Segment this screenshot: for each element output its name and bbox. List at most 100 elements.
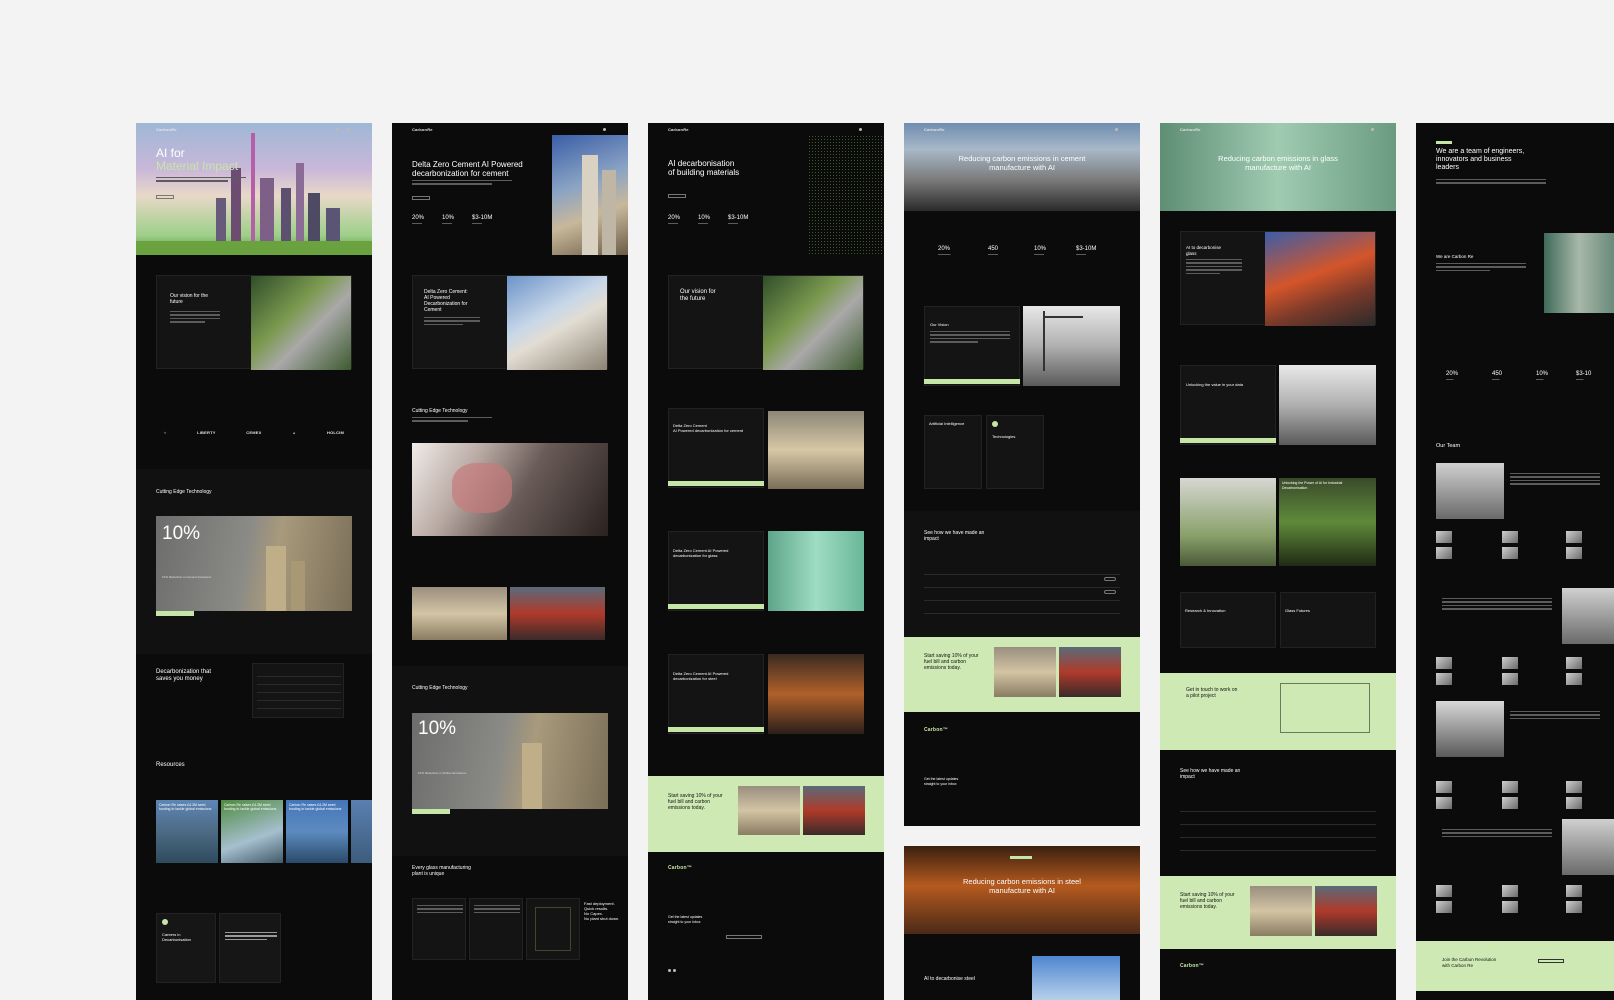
- product-link-bar[interactable]: [668, 727, 764, 732]
- tech-title: Cutting Edge Technology: [156, 489, 212, 495]
- team-member-avatar[interactable]: [1566, 885, 1582, 897]
- tech2-tab-active[interactable]: [412, 809, 450, 814]
- impact-pill[interactable]: [1104, 590, 1116, 594]
- data-image: [1279, 365, 1376, 445]
- about-title: We are Carbon Re: [1436, 254, 1474, 259]
- resource-card-partial[interactable]: [351, 800, 372, 863]
- page-cement-detail: CarbonRe Reducing carbon emissions in ce…: [904, 123, 1140, 826]
- cta-image: [803, 786, 865, 835]
- page-steel: Reducing carbon emissions in steel manuf…: [904, 846, 1140, 1000]
- cta-image: [738, 786, 800, 835]
- impact-pill[interactable]: [1104, 577, 1116, 581]
- team-member-avatar[interactable]: [1566, 797, 1582, 809]
- product-image: [768, 411, 864, 489]
- product-link-bar[interactable]: [668, 604, 764, 609]
- brand-logo[interactable]: CarbonRe: [668, 127, 689, 132]
- partner-logo: LIBERTY: [197, 430, 216, 435]
- page-cement: CarbonRe Delta Zero Cement AI Powered de…: [392, 123, 628, 1000]
- footer-brand[interactable]: Carbon™: [668, 865, 692, 871]
- hero-title: We are a team of engineers, innovators a…: [1436, 148, 1525, 171]
- team-member-avatar[interactable]: [1436, 901, 1452, 913]
- team-member-avatar[interactable]: [1502, 673, 1518, 685]
- product-link-bar[interactable]: [668, 481, 764, 486]
- team-member-avatar[interactable]: [1566, 781, 1582, 793]
- glass-title-line-2: plant is unique: [412, 871, 445, 877]
- team-member-avatar[interactable]: [1436, 673, 1452, 685]
- hero-pattern: [808, 135, 884, 255]
- stat: 10% ▬▬▬▬: [698, 215, 711, 225]
- gallery-image: [510, 587, 605, 640]
- hero-cta-button[interactable]: [668, 194, 686, 198]
- vision-image: [251, 276, 351, 370]
- resource-card[interactable]: Carbon Re raises £4.2M seed funding to t…: [286, 800, 348, 863]
- team-member-avatar[interactable]: [1566, 673, 1582, 685]
- team-member-avatar[interactable]: [1566, 547, 1582, 559]
- hero-cta-button[interactable]: [412, 196, 430, 200]
- team-member-avatar[interactable]: [1502, 781, 1518, 793]
- team-member-avatar[interactable]: [1436, 797, 1452, 809]
- hero-badge: [1010, 856, 1032, 859]
- team-member-avatar[interactable]: [1502, 901, 1518, 913]
- team-member-avatar[interactable]: [1436, 781, 1452, 793]
- resource-card[interactable]: Carbon Re raises £4.2M seed funding to t…: [156, 800, 218, 863]
- team-member-avatar[interactable]: [1436, 885, 1452, 897]
- resource-card-title: Carbon Re raises £4.2M seed funding to t…: [224, 803, 277, 811]
- data-link-bar[interactable]: [1180, 438, 1276, 443]
- vision-title: Our vision for the future: [680, 289, 716, 303]
- brand-logo[interactable]: CarbonRe: [156, 127, 177, 132]
- vision-image: [1023, 306, 1120, 386]
- team-member-avatar[interactable]: [1502, 531, 1518, 543]
- pilot-form[interactable]: [1280, 683, 1370, 733]
- hero-cta-button[interactable]: [156, 195, 174, 199]
- resource-card-title: Carbon Re raises £4.2M seed funding to t…: [159, 803, 212, 811]
- data-title: Unlocking the value in your data: [1186, 382, 1243, 387]
- team-member-avatar[interactable]: [1566, 901, 1582, 913]
- hero-title-line-2: decarbonization for cement: [412, 169, 509, 178]
- ai-text: [1186, 259, 1242, 276]
- ai-image: [1265, 232, 1375, 326]
- resource-card-title: Carbon Re raises £4.2M seed funding to t…: [289, 803, 342, 811]
- newsletter-input[interactable]: [726, 935, 762, 939]
- hero-title-line-2: of building materials: [668, 168, 740, 177]
- join-button[interactable]: [1538, 959, 1564, 963]
- tech-image: [412, 443, 608, 536]
- brand-logo[interactable]: CarbonRe: [1180, 127, 1201, 132]
- partner-logo: HOLCIM: [327, 430, 344, 435]
- team-member-avatar[interactable]: [1502, 797, 1518, 809]
- hero-text: [412, 180, 512, 187]
- futures-card: Glass Futures: [1280, 592, 1376, 648]
- stat: $3-10M ▬▬▬▬: [728, 215, 749, 225]
- brand-logo[interactable]: CarbonRe: [412, 127, 433, 132]
- vision-link-bar[interactable]: [924, 379, 1020, 384]
- team-member-avatar[interactable]: [1436, 657, 1452, 669]
- team-member-avatar[interactable]: [1502, 547, 1518, 559]
- team-lead-photo: [1436, 701, 1504, 757]
- social-icon[interactable]: [673, 969, 676, 972]
- campus-image: [1180, 478, 1276, 566]
- product-card-steel: [668, 654, 764, 734]
- decarb-title-line-1: Decarbonization that: [156, 669, 212, 675]
- product-image: [507, 276, 607, 370]
- vision-text: [170, 311, 220, 325]
- hero-image: [552, 135, 628, 255]
- team-member-avatar[interactable]: [1502, 885, 1518, 897]
- page-home: CarbonRe AI for Material Impact Our visi…: [136, 123, 372, 1000]
- steel-subtitle: AI to decarbonise steel: [924, 976, 975, 982]
- team-member-avatar[interactable]: [1436, 531, 1452, 543]
- tech-tab-active[interactable]: [156, 611, 194, 616]
- page-glass: CarbonRe Reducing carbon emissions in gl…: [1160, 123, 1396, 1000]
- about-text: [1436, 263, 1526, 273]
- tech2-title: Cutting Edge Technology: [412, 685, 468, 691]
- tech-title: Cutting Edge Technology: [412, 408, 468, 414]
- team-member-avatar[interactable]: [1436, 547, 1452, 559]
- team-member-avatar[interactable]: [1566, 531, 1582, 543]
- resource-card[interactable]: Carbon Re raises £4.2M seed funding to t…: [221, 800, 283, 863]
- footer-brand[interactable]: Carbon™: [1180, 963, 1204, 969]
- team-member-avatar[interactable]: [1566, 657, 1582, 669]
- brand-logo[interactable]: CarbonRe: [924, 127, 945, 132]
- social-icon[interactable]: [668, 969, 671, 972]
- team-member-avatar[interactable]: [1502, 657, 1518, 669]
- careers-title-line-2: Decarbonisation: [162, 937, 191, 942]
- cta-image: [1250, 886, 1312, 936]
- footer-brand[interactable]: Carbon™: [924, 727, 948, 733]
